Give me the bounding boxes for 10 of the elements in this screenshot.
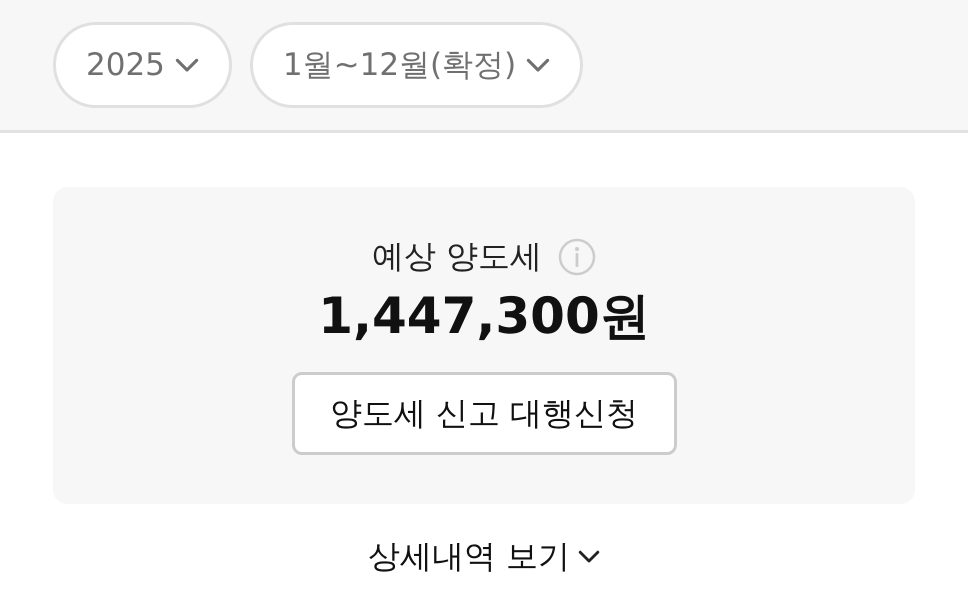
chevron-icon [578, 550, 600, 564]
filing-request-button[interactable]: 양도세 신고 대행신청 [292, 372, 676, 455]
details-toggle[interactable]: 상세내역 보기 [362, 534, 606, 580]
tax-amount: 1,447,300원 [318, 286, 650, 347]
chevron-icon [174, 58, 199, 72]
filter-dropdown[interactable]: 1월~12월(확정) [250, 22, 584, 108]
chevron-icon [526, 58, 550, 72]
filter-dropdown[interactable]: 2025 [53, 22, 232, 108]
info-icon[interactable] [558, 238, 596, 276]
estimated-tax-label: 예상 양도세 [372, 236, 542, 277]
